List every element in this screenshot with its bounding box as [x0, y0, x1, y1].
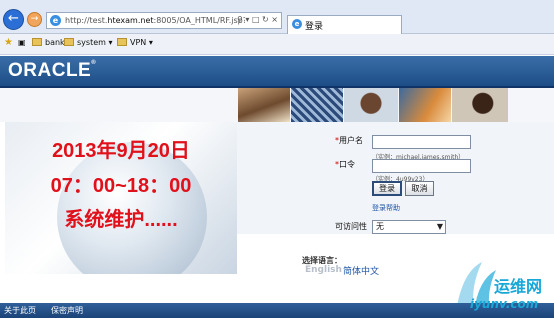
password-label: *口令: [335, 159, 355, 170]
address-bar-actions: ⚲ ▾ □ ↻ ×: [237, 15, 278, 24]
favorites-star-icon[interactable]: ★: [4, 37, 13, 48]
address-bar[interactable]: e http://test.htexam.net:8005/OA_HTML/RF…: [46, 12, 282, 29]
banner-photo-headset: [399, 88, 451, 122]
chevron-down-icon: ▼: [436, 222, 443, 231]
watermark-url: iyunv.com: [470, 297, 539, 311]
registered-mark: ®: [91, 60, 97, 66]
cancel-button[interactable]: 取消: [405, 181, 434, 196]
username-input[interactable]: [372, 135, 471, 149]
language-chinese-link[interactable]: 简体中文: [343, 264, 379, 277]
folder-icon: [32, 38, 42, 46]
notice-time: 07：00~18：00: [50, 175, 192, 197]
chevron-down-icon: ▾: [108, 38, 113, 47]
accessibility-value: 无: [376, 222, 384, 231]
favorites-add-icon[interactable]: ▣: [18, 38, 26, 47]
ie-tab-icon: e: [292, 19, 302, 29]
login-form: *用户名 （实例：michael.james.smith） *口令 （实例：4u…: [237, 122, 554, 234]
password-input[interactable]: [372, 159, 471, 173]
notice-maintenance: 系统维护......: [64, 209, 178, 231]
url-prefix: http://test.: [65, 16, 108, 25]
favorite-folder-vpn[interactable]: VPN ▾: [117, 38, 153, 47]
favorite-label: system: [77, 38, 106, 47]
accessibility-select[interactable]: 无 ▼: [372, 220, 446, 234]
oracle-logo: ORACLE®: [8, 60, 96, 82]
privacy-link[interactable]: 保密声明: [51, 305, 83, 316]
banner-photo-hands: [238, 88, 290, 122]
accessibility-label: 可访问性: [335, 222, 367, 231]
dropdown-icon[interactable]: ▾: [245, 15, 249, 24]
compat-icon[interactable]: □: [252, 15, 260, 24]
banner-photo-person: [344, 88, 398, 122]
favorite-label: bank: [45, 38, 65, 47]
username-label: *用户名: [335, 135, 363, 146]
banner-photo-tower: [291, 88, 343, 122]
folder-icon: [117, 38, 127, 46]
logo-text: ORACLE: [8, 60, 92, 81]
url-rest: :8005/OA_HTML/RF.jsp?func: [153, 16, 245, 25]
tab-label: 登录: [305, 22, 324, 32]
watermark-text: 运维网: [494, 277, 543, 296]
arrow-left-icon: ←: [8, 11, 19, 26]
favorite-folder-system[interactable]: system ▾: [64, 38, 112, 47]
url-text[interactable]: http://test.htexam.net:8005/OA_HTML/RF.j…: [65, 16, 245, 25]
banner-photo-businessman: [452, 88, 508, 122]
login-button[interactable]: 登录: [372, 181, 402, 196]
back-button[interactable]: ←: [3, 9, 24, 30]
favorites-bar: ★ ▣ bank ▾ system ▾ VPN ▾: [0, 34, 554, 55]
login-help-link[interactable]: 登录帮助: [372, 203, 400, 213]
ie-icon: e: [50, 15, 61, 26]
username-label-text: 用户名: [339, 136, 363, 145]
arrow-right-icon: →: [30, 14, 39, 24]
language-english: English: [305, 265, 342, 275]
password-label-text: 口令: [339, 160, 355, 169]
notice-date: 2013年9月20日: [52, 140, 190, 162]
forward-button[interactable]: →: [27, 12, 42, 27]
browser-nav-bar: ← → e http://test.htexam.net:8005/OA_HTM…: [0, 0, 554, 34]
url-host: htexam.net: [107, 16, 154, 25]
notice-panel: 2013年9月20日 07：00~18：00 系统维护......: [5, 122, 237, 274]
refresh-icon[interactable]: ↻: [262, 15, 269, 24]
stop-icon[interactable]: ×: [271, 15, 278, 24]
favorite-label: VPN: [130, 38, 147, 47]
about-page-link[interactable]: 关于此页: [4, 305, 36, 316]
folder-icon: [64, 38, 74, 46]
chevron-down-icon: ▾: [148, 38, 153, 47]
search-icon[interactable]: ⚲: [237, 15, 243, 24]
browser-window: ← → e http://test.htexam.net:8005/OA_HTM…: [0, 0, 554, 318]
tab-login[interactable]: e 登录: [287, 15, 402, 34]
oracle-header: ORACLE®: [0, 56, 554, 88]
